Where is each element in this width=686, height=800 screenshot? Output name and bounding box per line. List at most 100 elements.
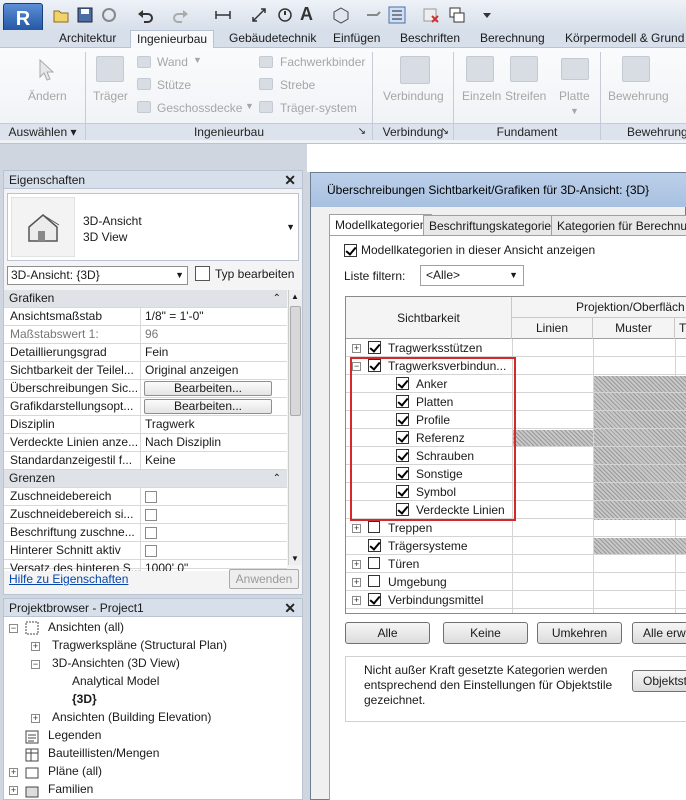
tab-model-categories[interactable]: Modellkategorien [329,214,433,236]
brace-button[interactable]: Strebe [280,78,315,92]
group-graphics[interactable]: Grafiken ⌃ [4,290,287,308]
property-value[interactable]: Nach Disziplin [142,434,287,451]
tree-node[interactable]: Pläne (all) [48,763,102,780]
tree-node[interactable]: Familien [48,781,93,798]
column-button[interactable]: Stütze [157,78,191,92]
table-row[interactable]: + Treppen [346,519,686,537]
redo-icon[interactable] [172,6,190,24]
dropdown-icon[interactable] [478,6,496,24]
crop-region-visible-checkbox[interactable] [145,509,157,521]
tab-einfuegen[interactable]: Einfügen [333,30,380,48]
group-extents[interactable]: Grenzen ⌃ [4,470,287,488]
table-row[interactable]: + Tragwerksstützen [346,339,686,357]
collapse-icon[interactable]: ⌃ [273,290,281,307]
dialog-launcher-icon[interactable]: ↘ [441,124,449,140]
tab-koerpermodell[interactable]: Körpermodell & Grund [565,30,684,48]
measure-icon[interactable] [214,6,232,24]
tree-node[interactable]: Tragwerkspläne (Structural Plan) [52,637,227,654]
drawing-area[interactable] [307,144,686,172]
group-select-label[interactable]: Auswählen ▾ [0,123,85,140]
expand-icon[interactable]: + [31,714,40,723]
col-lines[interactable]: Linien [512,318,593,339]
properties-scrollbar[interactable]: ▲ ▼ [288,290,302,565]
select-none-button[interactable]: Keine [443,622,528,644]
tab-ingenieurbau[interactable]: Ingenieurbau [130,30,215,49]
tab-architektur[interactable]: Architektur [59,30,116,48]
instance-filter-select[interactable]: 3D-Ansicht: {3D} ▼ [7,266,188,285]
category-visibility-checkbox[interactable] [368,575,380,587]
type-selector[interactable]: 3D-Ansicht 3D View ▼ [7,193,299,261]
tab-annotation-categories[interactable]: Beschriftungskategorien [423,215,564,236]
wall-button[interactable]: Wand [157,55,188,69]
expand-icon[interactable]: + [9,768,18,777]
expand-icon[interactable]: + [352,524,361,533]
apply-button[interactable]: Anwenden [229,569,299,589]
truss-button[interactable]: Fachwerkbinder [280,55,365,69]
expand-icon[interactable]: + [31,642,40,651]
tab-beschriften[interactable]: Beschriften [400,30,460,48]
slab-dropdown-icon[interactable]: ▼ [570,106,579,116]
property-value[interactable]: Original anzeigen [142,362,287,379]
scroll-up-icon[interactable]: ▲ [291,292,299,301]
thin-lines-icon[interactable] [388,6,406,24]
tree-node[interactable]: Ansichten (all) [48,619,124,636]
collapse-icon[interactable]: − [31,660,40,669]
floor-dropdown-icon[interactable]: ▼ [245,101,254,111]
rebar-button[interactable]: Bewehrung [608,89,669,103]
property-value[interactable]: Tragwerk [142,416,287,433]
property-value[interactable]: Keine [142,452,287,469]
expand-all-button[interactable]: Alle erwe [632,622,686,644]
tree-node[interactable]: Legenden [48,727,101,744]
close-icon[interactable]: ✕ [284,171,296,189]
expand-icon[interactable]: + [9,786,18,795]
switch-windows-icon[interactable] [448,6,466,24]
expand-icon[interactable]: + [352,560,361,569]
undo-icon[interactable] [136,6,154,24]
scrollbar-thumb[interactable] [290,306,301,416]
save-icon[interactable] [76,6,94,24]
sync-icon[interactable] [100,6,118,24]
object-styles-button[interactable]: Objektstile... [632,670,686,692]
far-clip-active-checkbox[interactable] [145,545,157,557]
text-icon[interactable]: A [300,4,313,25]
col-patterns[interactable]: Muster [593,318,675,339]
vg-overrides-edit-button[interactable]: Bearbeiten... [144,381,272,396]
dialog-launcher-icon[interactable]: ↘ [358,124,366,140]
col-visibility[interactable]: Sichtbarkeit [346,297,512,339]
tree-node[interactable]: Bauteillisten/Mengen [48,745,159,762]
open-icon[interactable] [52,6,70,24]
type-dropdown-icon[interactable]: ▼ [286,222,295,232]
floor-button[interactable]: Geschossdecke [157,101,242,115]
beam-button[interactable]: Träger [93,89,128,103]
tree-node[interactable]: Analytical Model [72,673,159,690]
category-visibility-checkbox[interactable] [368,557,380,569]
category-visibility-checkbox[interactable] [368,593,381,606]
category-visibility-checkbox[interactable] [368,521,380,533]
tag-icon[interactable] [276,6,294,24]
expand-icon[interactable]: + [352,578,361,587]
close-hidden-icon[interactable] [422,6,440,24]
expand-icon[interactable]: + [352,344,361,353]
expand-icon[interactable]: + [352,596,361,605]
table-row[interactable]: + Türen [346,555,686,573]
tab-gebaeudetechnik[interactable]: Gebäudetechnik [229,30,316,48]
property-value[interactable]: Fein [142,344,287,361]
tree-node-active[interactable]: {3D} [72,691,97,708]
collapse-icon[interactable]: ⌃ [273,470,281,487]
crop-view-checkbox[interactable] [145,491,157,503]
select-all-button[interactable]: Alle [345,622,430,644]
section-icon[interactable] [364,6,382,24]
show-model-categories-checkbox[interactable] [344,244,357,257]
edit-type-button[interactable]: Typ bearbeiten [215,267,294,281]
strip-foundation-button[interactable]: Streifen [505,89,546,103]
category-visibility-checkbox[interactable] [368,539,381,552]
property-value[interactable]: 1/8" = 1'-0" [142,308,287,325]
tab-analytical-categories[interactable]: Kategorien für Berechnung [551,215,686,236]
invert-button[interactable]: Umkehren [537,622,622,644]
dimension-icon[interactable] [250,6,268,24]
tree-node[interactable]: Ansichten (Building Elevation) [52,709,211,726]
annotation-crop-checkbox[interactable] [145,527,157,539]
close-icon[interactable]: ✕ [284,599,296,617]
tab-berechnung[interactable]: Berechnung [480,30,545,48]
properties-help-link[interactable]: Hilfe zu Eigenschaften [9,572,128,586]
